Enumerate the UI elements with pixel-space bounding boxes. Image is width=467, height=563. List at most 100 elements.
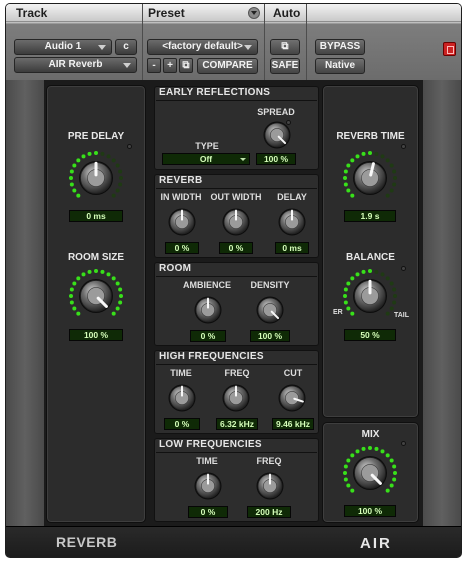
delay-value[interactable]: 0 ms [275, 242, 309, 254]
high-freq-label: FREQ [224, 368, 250, 378]
spread-label: SPREAD [257, 107, 295, 117]
delay-label: DELAY [277, 192, 307, 202]
level-led [100, 269, 105, 274]
low-time-label: TIME [196, 456, 218, 466]
paste-settings-button[interactable]: ⧉ [270, 39, 300, 55]
ambience-value[interactable]: 0 % [190, 330, 226, 342]
level-led [343, 471, 347, 475]
reverb-time-knob[interactable] [340, 148, 400, 208]
room-size-value[interactable]: 100 % [69, 329, 123, 341]
level-led [346, 163, 351, 168]
reverb-time-led [401, 144, 406, 149]
room-size-knob[interactable] [66, 266, 126, 326]
balance-knob[interactable] [340, 266, 400, 326]
plugin-header: Track Preset Auto Audio 1 c AIR Reverb <… [6, 4, 461, 80]
delay-knob[interactable] [275, 205, 309, 239]
level-led [81, 272, 86, 277]
pre-delay-value[interactable]: 0 ms [69, 210, 123, 222]
balance-led [401, 266, 406, 271]
preset-selector[interactable]: <factory default> [147, 39, 258, 55]
out-width-knob[interactable] [219, 205, 253, 239]
early-reflections-title: EARLY REFLECTIONS [159, 87, 271, 98]
level-led [346, 188, 351, 193]
level-led [106, 272, 111, 277]
level-led [87, 151, 92, 156]
level-led [385, 276, 390, 281]
high-cut-value[interactable]: 9.46 kHz [272, 418, 314, 430]
level-led [111, 276, 116, 281]
plugin-window: Track Preset Auto Audio 1 c AIR Reverb <… [6, 4, 461, 557]
pre-delay-knob[interactable] [66, 148, 126, 208]
preset-menu-icon[interactable] [248, 7, 260, 19]
high-freq-knob[interactable] [219, 381, 253, 415]
insert-selector[interactable]: AIR Reverb [14, 57, 137, 73]
high-time-label: TIME [170, 368, 192, 378]
high-cut-knob[interactable] [275, 381, 309, 415]
high-freq-value[interactable]: 6.32 kHz [216, 418, 258, 430]
left-panel: PRE DELAY 0 ms ROOM SIZE 100 % [46, 85, 146, 523]
density-knob[interactable] [253, 293, 287, 327]
track-selector[interactable]: Audio 1 [14, 39, 112, 55]
left-rail [6, 80, 44, 557]
level-led [350, 311, 355, 316]
level-led [346, 483, 351, 488]
effect-bypass-icon[interactable] [443, 42, 456, 56]
next-preset-button[interactable]: + [163, 58, 177, 73]
balance-value[interactable]: 50 % [344, 329, 396, 341]
level-led [392, 169, 397, 174]
plugin-type-label: REVERB [56, 534, 118, 550]
in-width-label: IN WIDTH [160, 192, 202, 202]
level-led [393, 471, 397, 475]
plugin-name: AIR Reverb [48, 59, 103, 70]
level-led [368, 446, 372, 450]
compare-button[interactable]: COMPARE [197, 58, 258, 74]
level-led [385, 158, 390, 163]
in-width-knob[interactable] [165, 205, 199, 239]
low-freq-value[interactable]: 200 Hz [247, 506, 291, 518]
density-value[interactable]: 100 % [250, 330, 290, 342]
preset-heading: Preset [148, 6, 185, 20]
level-led [355, 272, 360, 277]
high-time-value[interactable]: 0 % [164, 418, 200, 430]
ambience-label: AMBIENCE [182, 280, 231, 290]
level-led [392, 300, 397, 305]
section-divider [156, 276, 317, 277]
room-size-label: ROOM SIZE [67, 252, 125, 263]
high-frequencies-section: HIGH FREQUENCIES TIME FREQ CUT 0 % 6.32 … [154, 350, 319, 434]
low-freq-knob[interactable] [253, 469, 287, 503]
level-led [72, 306, 77, 311]
pre-delay-led [127, 144, 132, 149]
mix-knob[interactable] [340, 443, 400, 503]
level-led [343, 182, 348, 187]
in-width-value[interactable]: 0 % [165, 242, 199, 254]
low-time-value[interactable]: 0 % [188, 506, 228, 518]
spread-value[interactable]: 100 % [256, 153, 296, 165]
spread-knob[interactable] [260, 118, 294, 152]
level-led [355, 449, 360, 454]
mix-value[interactable]: 100 % [344, 505, 396, 517]
out-width-value[interactable]: 0 % [219, 242, 253, 254]
level-led [346, 281, 351, 286]
safe-button[interactable]: SAFE [270, 58, 300, 74]
level-led [87, 269, 92, 274]
type-selector[interactable]: Off [162, 153, 250, 165]
level-led [118, 169, 123, 174]
level-led [368, 269, 372, 273]
section-divider [156, 364, 317, 365]
copy-settings-button[interactable]: ⧉ [179, 58, 193, 73]
reverb-time-value[interactable]: 1.9 s [344, 210, 396, 222]
level-led [361, 446, 366, 451]
reverb-section: REVERB IN WIDTH OUT WIDTH DELAY 0 % 0 % … [154, 174, 319, 258]
previous-preset-button[interactable]: - [147, 58, 161, 73]
level-led [389, 163, 394, 168]
ambience-knob[interactable] [191, 293, 225, 327]
level-led [115, 163, 120, 168]
level-led [389, 458, 394, 463]
header-divider [264, 4, 265, 80]
bypass-button[interactable]: BYPASS [315, 39, 365, 55]
low-time-knob[interactable] [191, 469, 225, 503]
channel-selector[interactable]: c [115, 39, 137, 55]
level-led [374, 151, 379, 156]
high-time-knob[interactable] [165, 381, 199, 415]
level-led [385, 453, 390, 458]
